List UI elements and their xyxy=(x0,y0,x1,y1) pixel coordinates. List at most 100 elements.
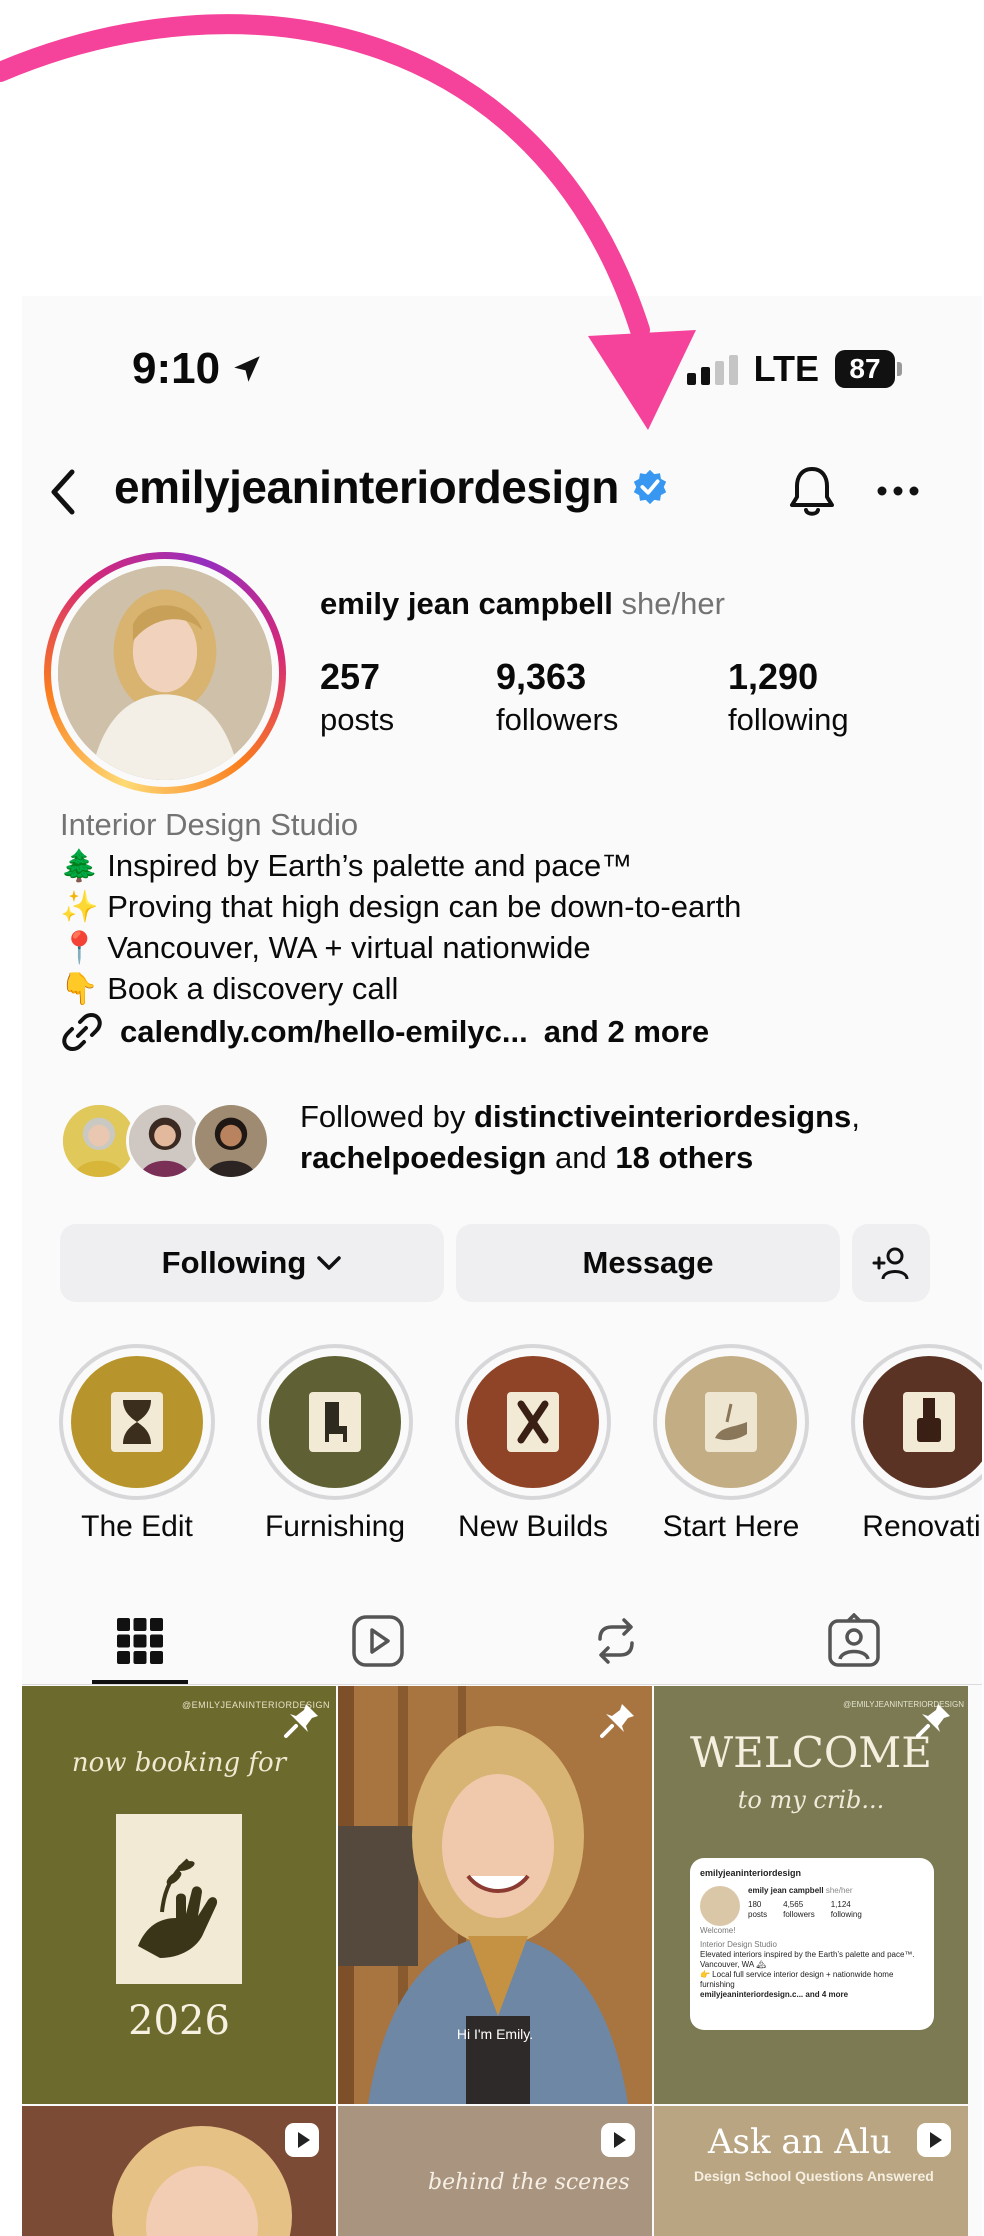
post-subtitle-text: Design School Questions Answered xyxy=(694,2168,934,2184)
chevron-down-icon xyxy=(317,1256,342,1270)
following-button-label: Following xyxy=(161,1245,307,1280)
hand-plant-icon xyxy=(705,1392,757,1452)
phone-screen: 9:10 LTE 87 emilyjeaninteriordesign emil… xyxy=(22,296,982,2236)
post-tile[interactable]: Ask an Alu Design School Questions Answe… xyxy=(654,2106,968,2236)
profile-bio: Interior Design Studio 🌲 Inspired by Ear… xyxy=(60,804,741,1009)
following-button[interactable]: Following xyxy=(60,1224,444,1302)
tools-icon xyxy=(507,1392,559,1452)
stat-following[interactable]: 1,290 following xyxy=(728,656,849,738)
add-person-icon xyxy=(872,1247,909,1280)
link-more[interactable]: and 2 more xyxy=(544,1014,709,1050)
pointing-down-icon: 👇 xyxy=(60,971,99,1006)
profile-avatar[interactable] xyxy=(44,552,286,794)
location-arrow-icon xyxy=(234,356,260,382)
battery-icon: 87 xyxy=(835,350,902,388)
profile-header: emilyjeaninteriordesign xyxy=(22,446,982,536)
notifications-button[interactable] xyxy=(782,460,842,522)
mutual-user-1: distinctiveinteriordesigns xyxy=(474,1099,852,1134)
pronouns: she/her xyxy=(621,586,725,621)
post-script-text: to my crib... xyxy=(737,1786,885,1814)
posts-label: posts xyxy=(320,702,395,737)
link-url[interactable]: calendly.com/hello-emilyc... xyxy=(120,1014,528,1050)
status-time: 9:10 xyxy=(132,344,264,394)
battery-level: 87 xyxy=(835,350,895,388)
full-name: emily jean campbell xyxy=(320,586,613,621)
highlight-renovation[interactable]: Renovatic xyxy=(850,1344,982,1544)
network-type: LTE xyxy=(753,348,819,389)
following-label: following xyxy=(728,702,849,737)
link-icon xyxy=(62,1013,102,1051)
chair-icon xyxy=(309,1392,361,1452)
verified-badge-icon xyxy=(633,469,667,505)
ellipsis-icon xyxy=(877,486,919,496)
post-tile[interactable]: behind the scenes xyxy=(338,2106,652,2236)
message-button-label: Message xyxy=(582,1245,714,1280)
sparkles-icon: ✨ xyxy=(60,889,99,924)
mini-profile-card: emilyjeaninteriordesign emily jean campb… xyxy=(690,1858,934,2030)
pin-icon xyxy=(284,1704,318,1738)
post-caption: Hi I'm Emily. xyxy=(456,2026,534,2042)
following-count: 1,290 xyxy=(728,656,819,697)
message-button[interactable]: Message xyxy=(456,1224,840,1302)
tab-reposts[interactable] xyxy=(561,1601,671,1681)
posts-count: 257 xyxy=(320,656,381,697)
highlight-cover xyxy=(863,1356,982,1488)
followed-by[interactable]: Followed by distinctiveinteriordesigns, … xyxy=(60,1096,960,1196)
highlight-start-here[interactable]: Start Here xyxy=(652,1344,810,1544)
highlight-furnishing[interactable]: Furnishing xyxy=(256,1344,414,1544)
bio-category: Interior Design Studio xyxy=(60,807,359,842)
tab-tagged[interactable] xyxy=(799,1601,909,1681)
mutual-user-2: rachelpoedesign xyxy=(300,1140,547,1175)
signal-icon xyxy=(686,353,738,385)
highlight-label: Start Here xyxy=(662,1510,800,1543)
stat-followers[interactable]: 9,363 followers xyxy=(496,656,618,738)
followers-count: 9,363 xyxy=(496,656,587,697)
post-script-text: now booking for xyxy=(71,1748,287,1778)
tab-divider xyxy=(22,1684,982,1685)
highlight-cover xyxy=(71,1356,203,1488)
suggested-people-button[interactable] xyxy=(852,1224,930,1302)
more-options-button[interactable] xyxy=(868,460,928,522)
highlight-the-edit[interactable]: The Edit xyxy=(58,1344,216,1544)
tab-reels[interactable] xyxy=(323,1601,433,1681)
tab-posts-grid[interactable] xyxy=(85,1601,195,1681)
highlight-cover xyxy=(467,1356,599,1488)
bio-line: 📍 Vancouver, WA + virtual nationwide xyxy=(60,930,591,965)
followers-label: followers xyxy=(496,702,619,737)
chevron-left-icon xyxy=(51,469,75,515)
mutual-avatars xyxy=(60,1102,270,1182)
username-text: emilyjeaninteriordesign xyxy=(114,461,619,513)
reel-icon xyxy=(917,2123,951,2157)
profile-name: emily jean campbell she/her xyxy=(320,586,725,622)
followed-by-text: Followed by distinctiveinteriordesigns, … xyxy=(300,1099,860,1175)
mini-avatar xyxy=(700,1886,740,1926)
bio-line: 👇 Book a discovery call xyxy=(60,971,399,1006)
bio-line: 🌲 Inspired by Earth’s palette and pace™ xyxy=(60,848,633,883)
highlight-cover xyxy=(665,1356,797,1488)
post-year-text: 2026 xyxy=(128,1998,230,2044)
highlight-cover xyxy=(269,1356,401,1488)
reel-icon xyxy=(285,2123,319,2157)
avatar-photo xyxy=(58,566,272,780)
back-button[interactable] xyxy=(38,464,88,520)
post-tile[interactable]: @EMILYJEANINTERIORDESIGN WELCOME to my c… xyxy=(654,1686,968,2104)
tree-icon: 🌲 xyxy=(60,848,99,883)
bio-line: ✨ Proving that high design can be down-t… xyxy=(60,889,742,924)
profile-username: emilyjeaninteriordesign xyxy=(114,460,669,514)
post-tile[interactable] xyxy=(22,2106,336,2236)
reels-icon xyxy=(352,1615,404,1667)
stat-posts[interactable]: 257 posts xyxy=(320,656,394,738)
bio-link[interactable]: calendly.com/hello-emilyc... and 2 more xyxy=(60,1010,709,1054)
reel-icon xyxy=(601,2123,635,2157)
highlight-new-builds[interactable]: New Builds xyxy=(454,1344,612,1544)
pin-icon xyxy=(600,1704,634,1738)
post-script-text: behind the scenes xyxy=(428,2170,630,2195)
bell-icon xyxy=(790,467,834,516)
mutual-others: 18 others xyxy=(615,1140,754,1175)
repost-icon xyxy=(598,1618,634,1664)
highlight-label: New Builds xyxy=(457,1510,609,1543)
highlight-label: Furnishing xyxy=(264,1510,406,1543)
post-tile[interactable]: Hi I'm Emily. xyxy=(338,1686,652,2104)
post-tile[interactable]: @EMILYJEANINTERIORDESIGN now booking for… xyxy=(22,1686,336,2104)
mutual-avatar xyxy=(192,1102,270,1180)
